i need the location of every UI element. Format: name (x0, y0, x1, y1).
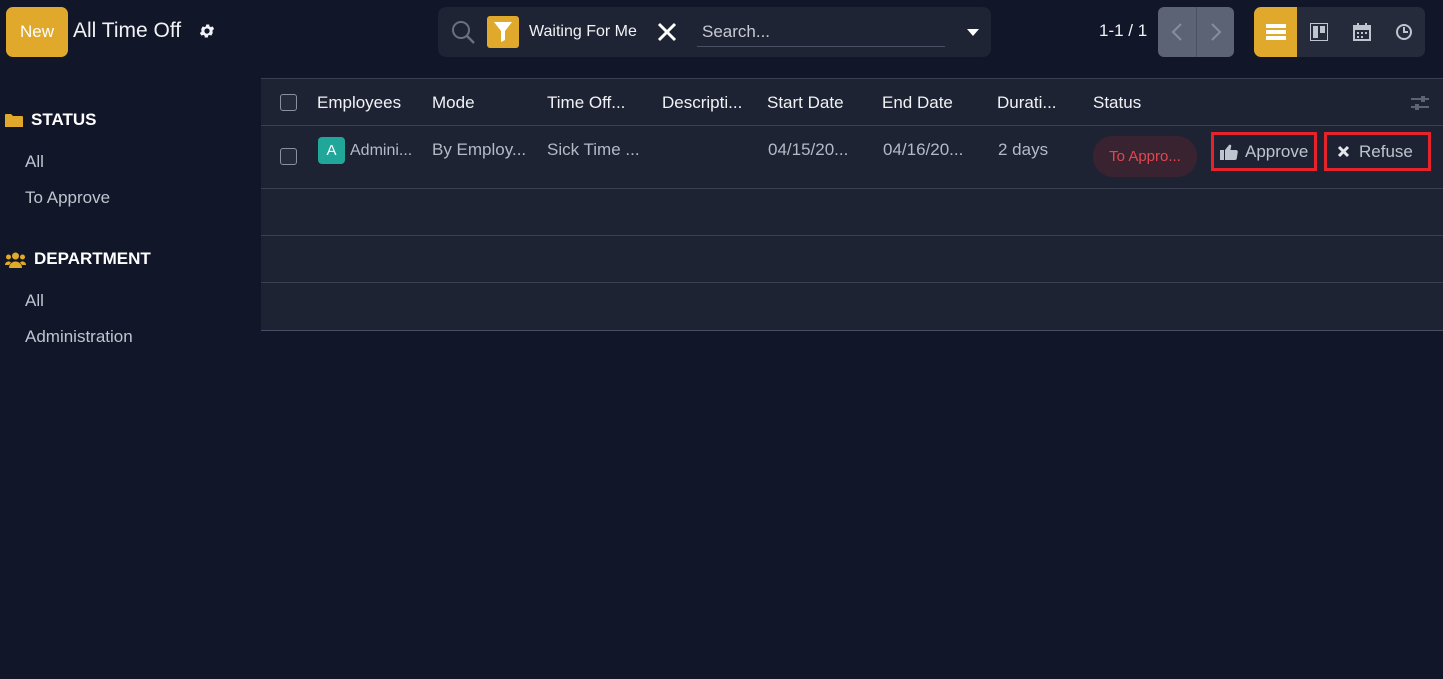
gear-icon[interactable] (198, 22, 216, 40)
calendar-icon (1352, 23, 1371, 41)
pager-previous-button[interactable] (1158, 7, 1196, 57)
side-item-status-all[interactable]: All (25, 152, 44, 172)
filter-facet-label: Waiting For Me (529, 23, 637, 40)
empty-row (261, 236, 1443, 283)
approve-button[interactable]: Approve (1211, 132, 1317, 171)
cell-duration[interactable]: 2 days (998, 140, 1048, 160)
column-header-employees[interactable]: Employees (317, 93, 401, 113)
column-header-start-date[interactable]: Start Date (767, 93, 844, 113)
users-icon (5, 252, 26, 268)
list-view-icon (1265, 24, 1286, 40)
refuse-button[interactable]: Refuse (1324, 132, 1431, 171)
side-item-administration[interactable]: Administration (25, 327, 133, 347)
row-checkbox[interactable] (280, 148, 297, 165)
page-title: All Time Off (73, 19, 182, 42)
column-settings-icon[interactable] (1411, 94, 1429, 112)
cell-employee[interactable]: Admini... (350, 142, 412, 160)
column-header-mode[interactable]: Mode (432, 93, 475, 113)
new-button[interactable]: New (6, 7, 68, 57)
side-item-to-approve[interactable]: To Approve (25, 188, 110, 208)
cell-time-off-type[interactable]: Sick Time ... (547, 140, 640, 160)
empty-row (261, 283, 1443, 331)
list-header: Employees Mode Time Off... Descripti... … (261, 78, 1443, 126)
cell-start-date[interactable]: 04/15/20... (768, 140, 848, 160)
pager-next-button[interactable] (1196, 7, 1234, 57)
search-bar: Waiting For Me (438, 7, 991, 57)
side-section-status: STATUS (5, 110, 96, 130)
refuse-button-label: Refuse (1359, 141, 1413, 161)
column-header-duration[interactable]: Durati... (997, 93, 1057, 113)
kanban-view-icon (1309, 23, 1328, 41)
chevron-left-icon (1171, 23, 1182, 41)
close-icon (1337, 145, 1350, 158)
time-off-list: Employees Mode Time Off... Descripti... … (261, 78, 1443, 331)
empty-row (261, 189, 1443, 236)
calendar-view-button[interactable] (1340, 7, 1383, 57)
caret-down-icon[interactable] (966, 28, 980, 37)
chevron-right-icon (1210, 23, 1221, 41)
search-input[interactable] (697, 17, 945, 47)
avatar: A (318, 137, 345, 164)
cell-end-date[interactable]: 04/16/20... (883, 140, 963, 160)
approve-button-label: Approve (1245, 141, 1309, 161)
table-row[interactable]: A Admini... By Employ... Sick Time ... 0… (261, 126, 1443, 189)
column-header-status[interactable]: Status (1093, 93, 1141, 113)
side-section-title: STATUS (31, 110, 97, 129)
list-view-button[interactable] (1254, 7, 1297, 57)
side-section-department: DEPARTMENT (5, 249, 151, 269)
clock-icon (1396, 24, 1412, 40)
thumbs-up-icon (1220, 144, 1238, 160)
pager-value[interactable]: 1-1 / 1 (1099, 21, 1147, 41)
column-header-end-date[interactable]: End Date (882, 93, 953, 113)
select-all-checkbox[interactable] (280, 94, 297, 111)
column-header-time-off-type[interactable]: Time Off... (547, 93, 625, 113)
close-icon[interactable] (656, 21, 678, 43)
activity-view-button[interactable] (1383, 7, 1425, 57)
column-header-description[interactable]: Descripti... (662, 93, 742, 113)
search-icon (452, 21, 475, 44)
status-badge: To Appro... (1093, 136, 1197, 177)
filter-icon (487, 16, 519, 48)
kanban-view-button[interactable] (1297, 7, 1340, 57)
folder-icon (5, 113, 23, 127)
side-item-department-all[interactable]: All (25, 291, 44, 311)
control-panel: New All Time Off Waiting For Me 1-1 / 1 (0, 0, 1443, 64)
side-section-title: DEPARTMENT (34, 249, 151, 268)
cell-mode[interactable]: By Employ... (432, 140, 526, 160)
